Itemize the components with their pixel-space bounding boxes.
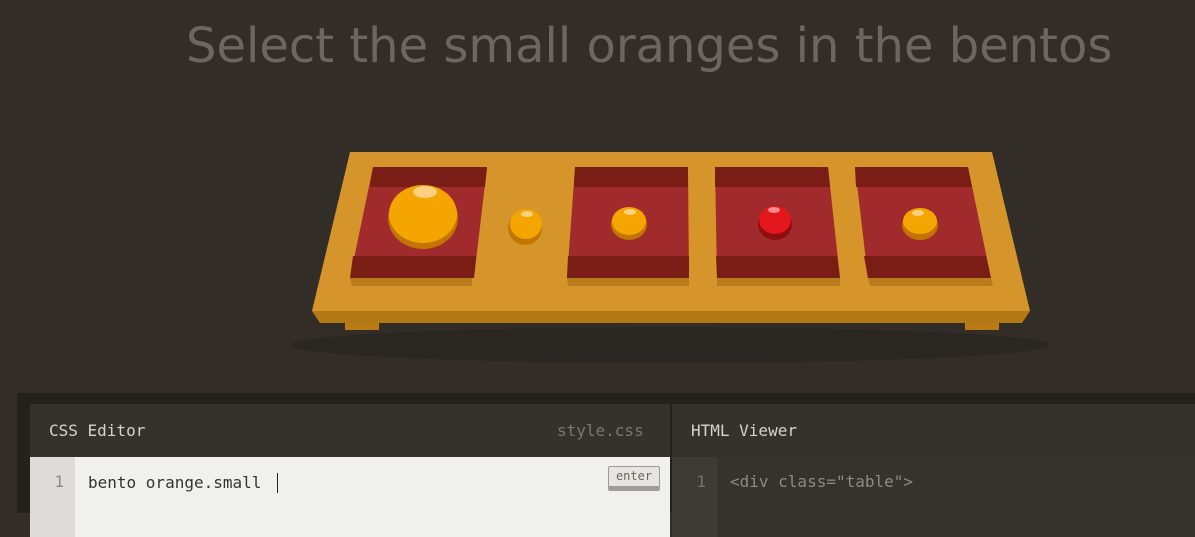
table-scene <box>290 152 1050 363</box>
bento-3[interactable] <box>715 167 840 286</box>
bento-shadow <box>868 278 993 286</box>
css-selector-input[interactable] <box>88 470 598 494</box>
css-editor-filename: style.css <box>557 421 644 440</box>
css-editor-header: CSS Editor style.css <box>30 404 670 457</box>
css-code-area[interactable]: 1 enter <box>30 457 670 537</box>
bento-rim-bottom <box>864 256 991 278</box>
line-gutter: 1 <box>672 457 717 537</box>
bento-rim-top <box>574 167 688 187</box>
bento-rim-top <box>370 167 487 187</box>
bento-rim-top <box>855 167 972 187</box>
html-code-area: 1 <div class="table"> <box>672 457 1195 537</box>
html-viewer-header: HTML Viewer t <box>672 404 1195 457</box>
text-caret <box>277 473 278 493</box>
bento-rim-bottom <box>350 256 476 278</box>
html-markup-line[interactable]: <div class="table"> <box>730 472 913 491</box>
table-shadow <box>290 327 1050 363</box>
bento-1[interactable] <box>350 167 487 286</box>
apple-small[interactable] <box>758 206 792 240</box>
editor-panel: CSS Editor style.css 1 enter HTML Viewer… <box>17 393 1195 537</box>
table-edge <box>312 311 1030 323</box>
bento-rim-bottom <box>716 256 840 278</box>
orange-large[interactable] <box>388 185 458 249</box>
css-editor: CSS Editor style.css 1 enter <box>30 404 670 537</box>
line-number: 1 <box>54 472 64 491</box>
bento-shadow <box>717 278 840 286</box>
bento-2[interactable] <box>567 167 689 286</box>
bento-rim-top <box>715 167 830 187</box>
orange-small[interactable] <box>902 208 938 240</box>
bento-rim-bottom <box>567 256 689 278</box>
bento-shadow <box>567 278 689 286</box>
bento-shadow <box>350 278 472 286</box>
enter-button[interactable]: enter <box>608 466 660 491</box>
css-editor-title: CSS Editor <box>49 421 146 440</box>
html-viewer: HTML Viewer t 1 <div class="table"> <box>672 404 1195 537</box>
html-viewer-title: HTML Viewer <box>691 421 797 440</box>
line-gutter: 1 <box>30 457 75 537</box>
orange-small[interactable] <box>611 207 647 240</box>
line-number: 1 <box>696 472 706 491</box>
